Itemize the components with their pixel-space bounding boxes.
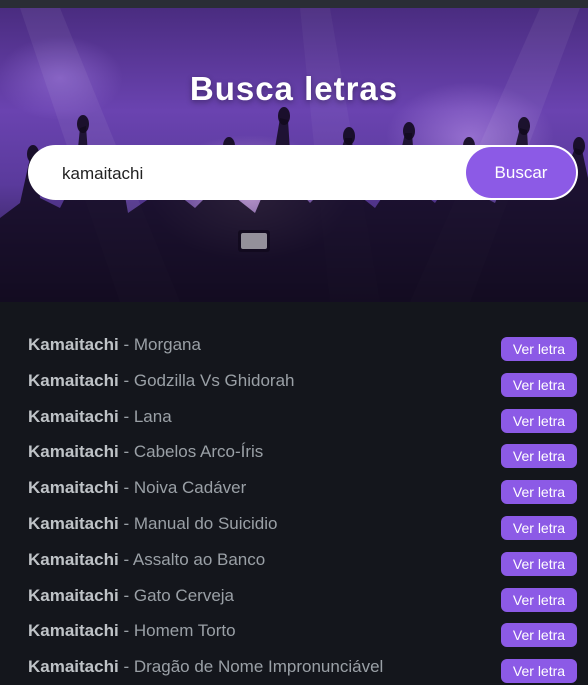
song-link[interactable]: Kamaitachi - Noiva Cadáver bbox=[28, 478, 246, 498]
results-list: Kamaitachi - Morgana Ver letra Kamaitach… bbox=[0, 327, 588, 685]
song-title: Morgana bbox=[133, 335, 201, 354]
view-lyrics-button[interactable]: Ver letra bbox=[501, 623, 577, 648]
list-item: Kamaitachi - Morgana Ver letra bbox=[0, 327, 588, 363]
list-item: Kamaitachi - Cabelos Arco-Íris Ver letra bbox=[0, 434, 588, 470]
list-item: Kamaitachi - Gato Cerveja Ver letra bbox=[0, 578, 588, 614]
separator: - bbox=[123, 478, 130, 498]
separator: - bbox=[123, 621, 130, 641]
list-item: Kamaitachi - Dragão de Nome Impronunciáv… bbox=[0, 649, 588, 685]
song-link[interactable]: Kamaitachi - Assalto ao Banco bbox=[28, 550, 265, 570]
artist-name: Kamaitachi bbox=[28, 513, 119, 533]
song-title: Assalto ao Banco bbox=[132, 549, 266, 569]
page-title: Busca letras bbox=[189, 70, 399, 107]
song-link[interactable]: Kamaitachi - Morgana bbox=[28, 335, 201, 355]
view-lyrics-button[interactable]: Ver letra bbox=[501, 659, 577, 684]
artist-name: Kamaitachi bbox=[28, 478, 119, 498]
song-link[interactable]: Kamaitachi - Manual do Suicidio bbox=[28, 514, 278, 534]
separator: - bbox=[123, 585, 130, 605]
separator: - bbox=[123, 370, 130, 390]
artist-name: Kamaitachi bbox=[28, 442, 119, 462]
separator: - bbox=[123, 335, 130, 354]
separator: - bbox=[123, 442, 130, 462]
song-title: Gato Cerveja bbox=[133, 585, 235, 605]
view-lyrics-button[interactable]: Ver letra bbox=[501, 337, 577, 361]
list-item: Kamaitachi - Manual do Suicidio Ver letr… bbox=[0, 506, 588, 542]
list-item: Kamaitachi - Godzilla Vs Ghidorah Ver le… bbox=[0, 363, 588, 399]
list-item: Kamaitachi - Assalto ao Banco Ver letra bbox=[0, 542, 588, 578]
song-title: Dragão de Nome Impronunciável bbox=[133, 657, 384, 677]
artist-name: Kamaitachi bbox=[28, 657, 119, 677]
artist-name: Kamaitachi bbox=[28, 621, 119, 641]
list-item: Kamaitachi - Homem Torto Ver letra bbox=[0, 613, 588, 649]
search-input[interactable] bbox=[60, 145, 464, 202]
separator: - bbox=[123, 657, 130, 677]
artist-name: Kamaitachi bbox=[28, 335, 119, 354]
top-bar bbox=[0, 0, 588, 8]
search-button[interactable]: Buscar bbox=[466, 147, 576, 198]
view-lyrics-button[interactable]: Ver letra bbox=[501, 408, 577, 433]
list-item: Kamaitachi - Noiva Cadáver Ver letra bbox=[0, 470, 588, 506]
list-item: Kamaitachi - Lana Ver letra bbox=[0, 399, 588, 435]
song-title: Noiva Cadáver bbox=[133, 478, 247, 498]
song-title: Manual do Suicidio bbox=[133, 513, 278, 533]
separator: - bbox=[123, 513, 130, 533]
song-title: Godzilla Vs Ghidorah bbox=[133, 370, 295, 390]
view-lyrics-button[interactable]: Ver letra bbox=[501, 372, 577, 397]
view-lyrics-button[interactable]: Ver letra bbox=[501, 551, 577, 576]
view-lyrics-button[interactable]: Ver letra bbox=[501, 480, 577, 505]
view-lyrics-button[interactable]: Ver letra bbox=[501, 444, 577, 469]
song-title: Homem Torto bbox=[133, 621, 236, 641]
artist-name: Kamaitachi bbox=[28, 585, 119, 605]
view-lyrics-button[interactable]: Ver letra bbox=[501, 587, 577, 612]
artist-name: Kamaitachi bbox=[28, 406, 119, 426]
hero-banner: Busca letras Buscar bbox=[0, 8, 588, 302]
song-link[interactable]: Kamaitachi - Godzilla Vs Ghidorah bbox=[28, 371, 294, 391]
song-link[interactable]: Kamaitachi - Homem Torto bbox=[28, 621, 236, 641]
search-bar: Buscar bbox=[28, 145, 578, 202]
song-link[interactable]: Kamaitachi - Cabelos Arco-Íris bbox=[28, 442, 263, 462]
song-link[interactable]: Kamaitachi - Lana bbox=[28, 407, 172, 427]
song-link[interactable]: Kamaitachi - Dragão de Nome Impronunciáv… bbox=[28, 657, 383, 677]
artist-name: Kamaitachi bbox=[28, 370, 119, 390]
song-title: Cabelos Arco-Íris bbox=[133, 442, 264, 462]
artist-name: Kamaitachi bbox=[28, 549, 119, 569]
song-link[interactable]: Kamaitachi - Gato Cerveja bbox=[28, 586, 234, 606]
separator: - bbox=[123, 406, 130, 426]
view-lyrics-button[interactable]: Ver letra bbox=[501, 515, 577, 540]
song-title: Lana bbox=[133, 406, 172, 426]
separator: - bbox=[123, 549, 130, 569]
